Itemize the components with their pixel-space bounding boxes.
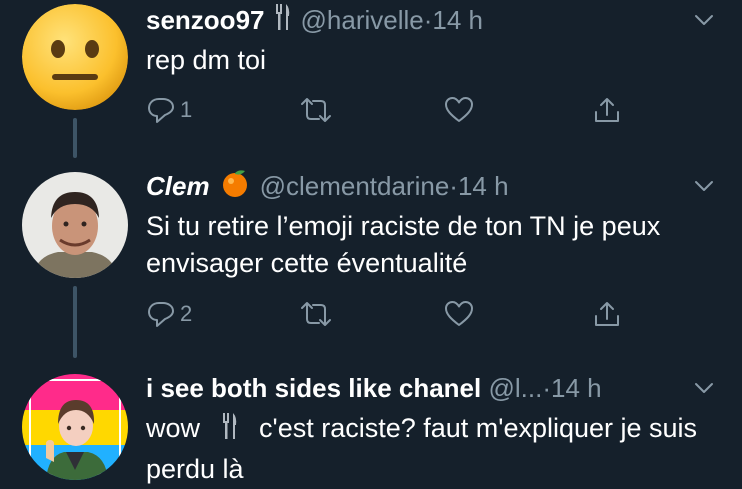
like-button[interactable] — [444, 92, 474, 128]
display-name[interactable]: Clem — [146, 171, 210, 202]
separator: · — [542, 372, 551, 403]
avatar[interactable] — [22, 4, 128, 110]
user-handle[interactable]: @clementdarine — [260, 171, 450, 202]
tweet-text: Si tu retire l’emoji raciste de ton TN j… — [146, 211, 661, 278]
reply-button[interactable]: 1 — [146, 92, 192, 128]
user-handle[interactable]: @l... — [488, 373, 542, 404]
retweet-icon — [301, 302, 331, 326]
tweet-text: rep dm toi — [146, 45, 267, 75]
fork-and-knife-icon — [222, 411, 238, 451]
reply-count: 2 — [180, 301, 193, 326]
neutral-face-emoji-avatar — [22, 4, 128, 110]
timestamp[interactable]: 14 h — [551, 373, 602, 404]
retweet-button[interactable] — [298, 92, 334, 128]
share-button[interactable] — [592, 92, 622, 128]
tweet[interactable]: senzoo97 @harivelle · 14 h rep dm toi 1 — [0, 0, 742, 150]
separator: · — [423, 4, 433, 35]
heart-icon — [445, 97, 473, 122]
reply-button[interactable]: 2 — [146, 296, 192, 332]
tangerine-icon — [220, 168, 250, 205]
like-button[interactable] — [444, 296, 474, 332]
illustrated-character-avatar — [22, 374, 128, 480]
share-icon — [595, 98, 619, 122]
share-button[interactable] — [592, 296, 622, 332]
tweet-text: wow c'est raciste? faut m'expliquer je s… — [146, 410, 718, 488]
chevron-down-icon[interactable] — [694, 10, 714, 30]
heart-icon — [445, 301, 473, 326]
retweet-button[interactable] — [298, 296, 334, 332]
retweet-icon — [301, 98, 331, 122]
timestamp[interactable]: 14 h — [432, 5, 483, 36]
display-name[interactable]: i see both sides like chanel — [146, 373, 481, 404]
share-icon — [595, 302, 619, 326]
tweet-text-start: wow — [146, 413, 201, 443]
avatar[interactable] — [22, 374, 128, 480]
tweet-header: Clem @clementdarine · 14 h — [146, 168, 509, 204]
reply-icon — [148, 302, 174, 327]
man-photo-avatar — [22, 172, 128, 278]
reply-icon — [148, 98, 174, 123]
separator: · — [449, 170, 458, 201]
timestamp[interactable]: 14 h — [458, 171, 509, 202]
display-name[interactable]: senzoo97 — [146, 5, 265, 36]
tweet[interactable]: Clem @clementdarine · 14 h Si tu retire … — [0, 160, 742, 350]
tweet[interactable]: i see both sides like chanel @l... · 14 … — [0, 362, 742, 489]
chevron-down-icon[interactable] — [694, 378, 714, 398]
tweet-header: i see both sides like chanel @l... · 14 … — [146, 370, 602, 406]
user-handle[interactable]: @harivelle — [301, 5, 424, 36]
reply-count: 1 — [180, 97, 193, 122]
chevron-down-icon[interactable] — [694, 176, 714, 196]
avatar[interactable] — [22, 172, 128, 278]
fork-and-knife-icon — [275, 2, 291, 39]
tweet-header: senzoo97 @harivelle · 14 h — [146, 2, 483, 38]
